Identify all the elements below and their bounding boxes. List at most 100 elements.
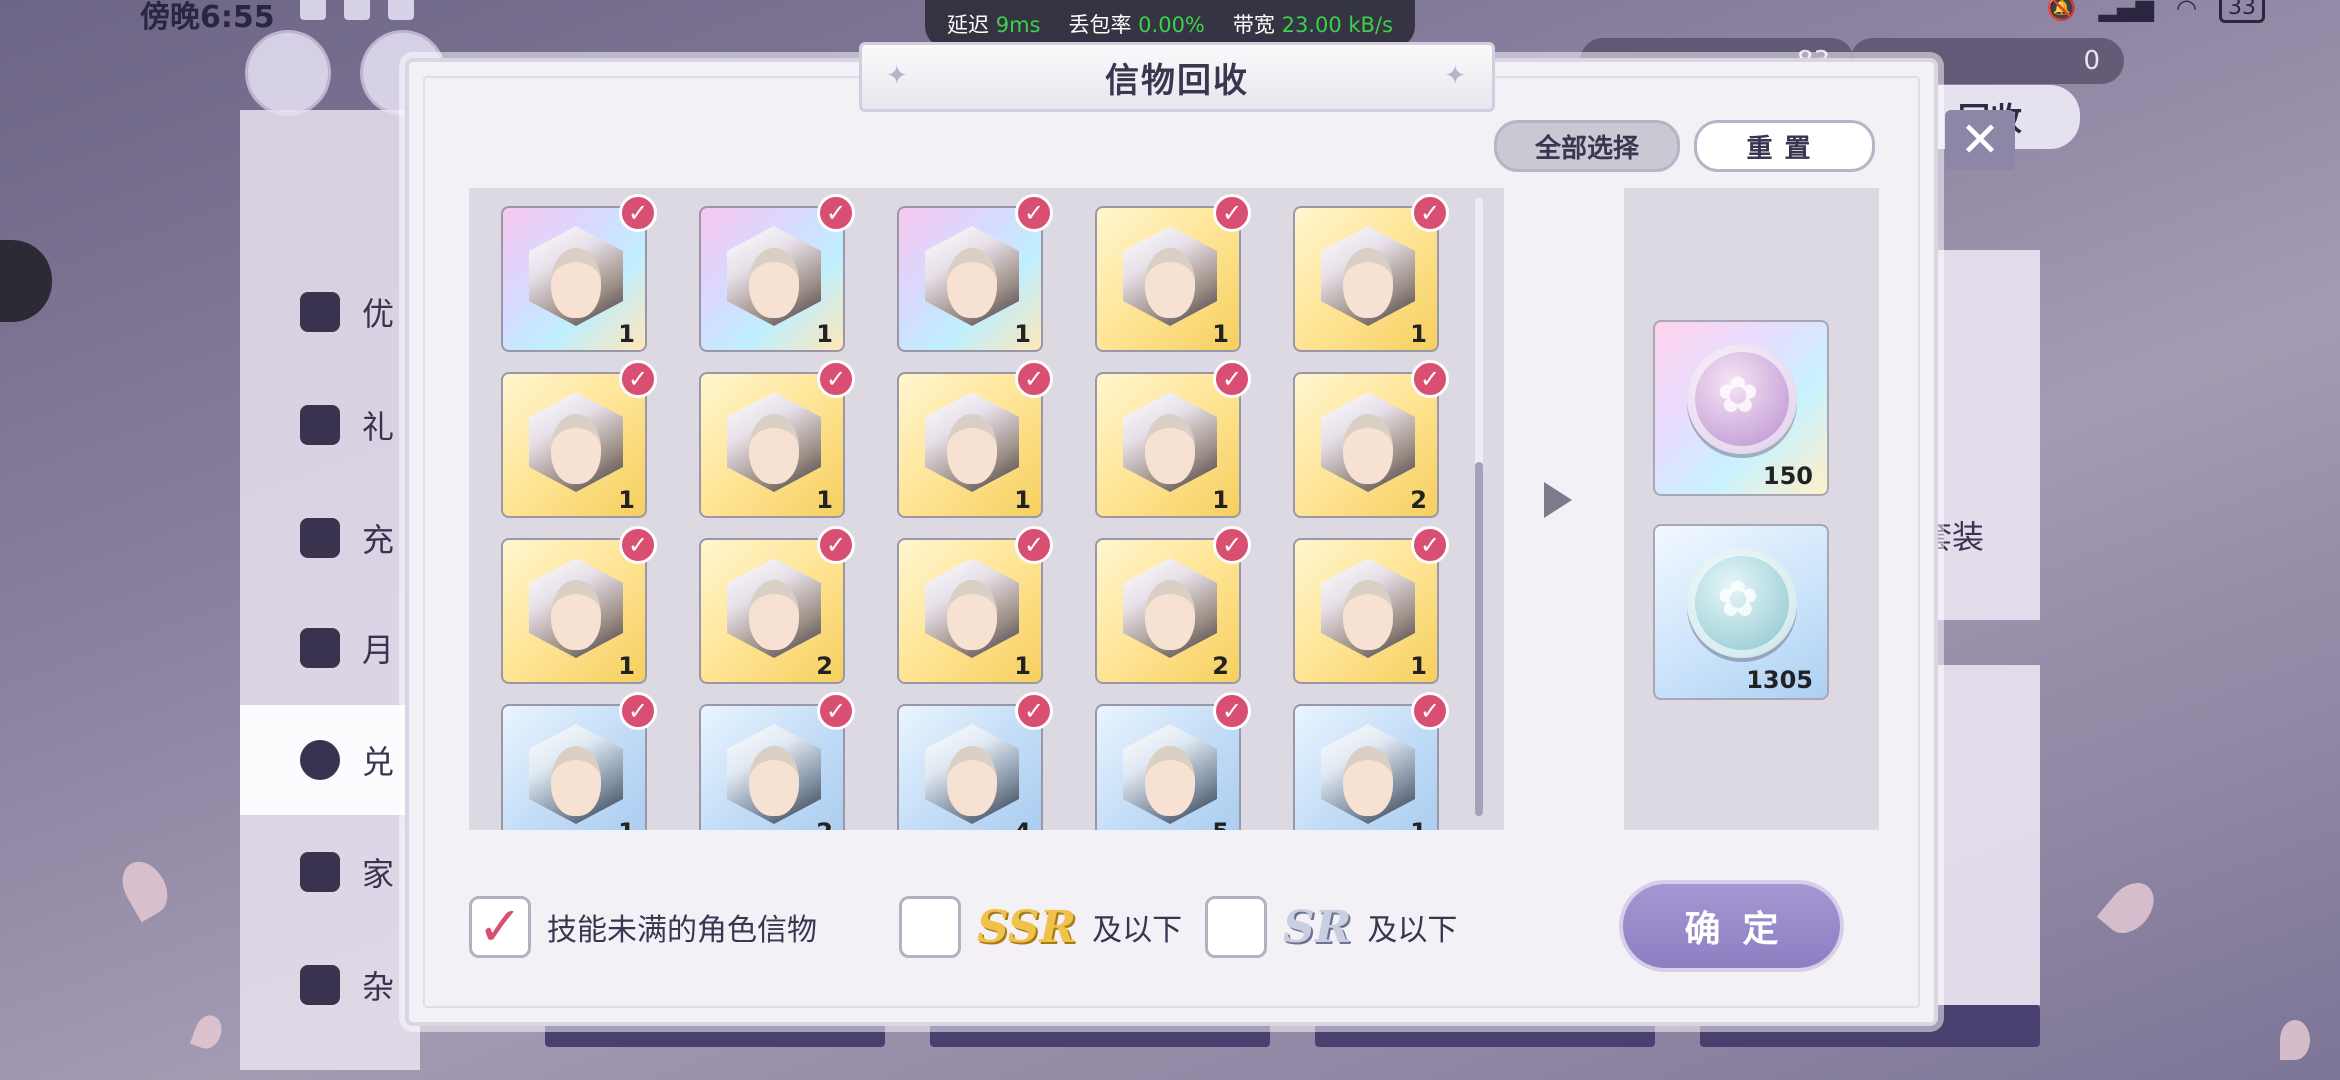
- filter-sr[interactable]: SR 及以下: [1205, 892, 1457, 962]
- filter-ssr[interactable]: SSR 及以下: [899, 892, 1182, 962]
- selected-check-icon[interactable]: ✓: [1411, 194, 1449, 232]
- selected-check-icon[interactable]: ✓: [1411, 692, 1449, 730]
- filter-skill-incomplete[interactable]: ✓ 技能未满的角色信物: [469, 892, 817, 962]
- selected-check-icon[interactable]: ✓: [619, 360, 657, 398]
- character-portrait: [1145, 580, 1195, 650]
- blue-coin-icon: [1687, 548, 1797, 658]
- token-count: 1: [1014, 652, 1031, 680]
- character-portrait: [947, 414, 997, 484]
- confirm-button[interactable]: 确定: [1619, 880, 1844, 972]
- selected-check-icon[interactable]: ✓: [619, 194, 657, 232]
- close-icon[interactable]: ✕: [1945, 110, 2015, 170]
- token-item[interactable]: 1: [699, 372, 845, 518]
- selected-check-icon[interactable]: ✓: [817, 526, 855, 564]
- character-portrait: [1343, 414, 1393, 484]
- token-count: 4: [1014, 818, 1031, 830]
- character-portrait: [1145, 414, 1195, 484]
- character-portrait: [1343, 580, 1393, 650]
- selected-check-icon[interactable]: ✓: [1411, 360, 1449, 398]
- selected-check-icon[interactable]: ✓: [1015, 360, 1053, 398]
- token-item[interactable]: 1: [1095, 206, 1241, 352]
- token-item[interactable]: 1: [1095, 372, 1241, 518]
- sr-filter-checkbox[interactable]: [1205, 896, 1267, 958]
- selected-check-icon[interactable]: ✓: [1213, 692, 1251, 730]
- selected-check-icon[interactable]: ✓: [1015, 194, 1053, 232]
- back-button[interactable]: [245, 30, 331, 116]
- selected-check-icon[interactable]: ✓: [1015, 692, 1053, 730]
- rainbow-coin-icon: [1687, 344, 1797, 454]
- reset-button[interactable]: 重置: [1694, 120, 1875, 172]
- token-item[interactable]: 1: [1293, 206, 1439, 352]
- skill-filter-checkbox[interactable]: ✓: [469, 896, 531, 958]
- selected-check-icon[interactable]: ✓: [1213, 526, 1251, 564]
- selected-check-icon[interactable]: ✓: [1213, 194, 1251, 232]
- token-item[interactable]: 1: [501, 538, 647, 684]
- character-portrait: [947, 248, 997, 318]
- token-count: 1: [1410, 818, 1427, 830]
- sparkle-icon: ✦: [886, 61, 910, 91]
- petal-decoration: [2280, 1020, 2310, 1060]
- token-item[interactable]: 2: [1095, 538, 1241, 684]
- network-stats: 延迟 9ms 丢包率 0.00% 带宽 23.00 kB/s: [925, 0, 1415, 48]
- token-item[interactable]: 1: [699, 206, 845, 352]
- system-icons: 🔕 ▂▄▆ ◠ 33: [2047, 0, 2265, 23]
- signal-icon: ▂▄▆: [2098, 0, 2155, 22]
- token-item[interactable]: 1: [897, 206, 1043, 352]
- token-count: 2: [816, 652, 833, 680]
- petal-decoration: [113, 853, 177, 923]
- character-portrait: [1343, 746, 1393, 816]
- sr-filter-label: 及以下: [1367, 913, 1458, 948]
- selected-check-icon[interactable]: ✓: [1411, 526, 1449, 564]
- skill-filter-label: 技能未满的角色信物: [547, 913, 817, 948]
- selected-check-icon[interactable]: ✓: [1213, 360, 1251, 398]
- bag-icon: [300, 965, 340, 1005]
- token-item[interactable]: 1: [501, 206, 647, 352]
- reward-qty: 1305: [1746, 666, 1813, 694]
- character-portrait: [749, 248, 799, 318]
- token-item[interactable]: 1: [897, 372, 1043, 518]
- token-item[interactable]: 1: [501, 372, 647, 518]
- side-float-handle[interactable]: [0, 240, 52, 322]
- token-count: 2: [1212, 652, 1229, 680]
- character-portrait: [1145, 248, 1195, 318]
- token-count: 2: [816, 818, 833, 830]
- token-grid[interactable]: 1 ✓ 1 ✓ 1 ✓ 1 ✓ 1 ✓ 1 ✓ 1 ✓ 1 ✓ 1 ✓ 2 ✓ 1 ✓ 2 ✓ 1 ✓ 2 ✓ 1 ✓ 1 ✓ 2 ✓ 4 ✓ 5 ✓ 1 ✓: [469, 188, 1504, 830]
- sparkle-icon: ✦: [1444, 61, 1468, 91]
- thumbs-up-icon: [300, 292, 340, 332]
- selected-check-icon[interactable]: ✓: [619, 692, 657, 730]
- battery-icon: 33: [2219, 0, 2265, 23]
- token-item[interactable]: 1: [897, 538, 1043, 684]
- token-count: 1: [618, 320, 635, 348]
- token-count: 1: [1212, 320, 1229, 348]
- selected-check-icon[interactable]: ✓: [817, 360, 855, 398]
- latency-value: 9ms: [995, 13, 1041, 37]
- token-item[interactable]: 2: [699, 538, 845, 684]
- token-count: 1: [1014, 320, 1031, 348]
- vip-icon: [300, 628, 340, 668]
- arrow-right-icon: [1544, 482, 1572, 518]
- character-portrait: [551, 580, 601, 650]
- ssr-filter-checkbox[interactable]: [899, 896, 961, 958]
- token-count: 1: [618, 486, 635, 514]
- token-item[interactable]: 1: [1293, 538, 1439, 684]
- status-time: 傍晚6:55: [140, 0, 275, 35]
- wifi-icon: ◠: [2176, 0, 2197, 22]
- token-count: 1: [1014, 486, 1031, 514]
- reward-qty: 150: [1762, 462, 1813, 490]
- dialog-title: 信物回收: [1105, 60, 1249, 101]
- selected-check-icon[interactable]: ✓: [817, 692, 855, 730]
- grid-scrollbar-thumb[interactable]: [1475, 462, 1483, 816]
- selected-check-icon[interactable]: ✓: [619, 526, 657, 564]
- packet-loss-value: 0.00%: [1138, 13, 1205, 37]
- selected-check-icon[interactable]: ✓: [817, 194, 855, 232]
- selected-check-icon[interactable]: ✓: [1015, 526, 1053, 564]
- character-portrait: [947, 580, 997, 650]
- select-all-button[interactable]: 全部选择: [1494, 120, 1680, 172]
- character-portrait: [551, 414, 601, 484]
- recycle-dialog: ✦ 信物回收 ✦ 全部选择 重置 1 ✓ 1 ✓ 1 ✓ 1 ✓ 1 ✓ 1 ✓ 1 ✓ 1 ✓ 1 ✓ 2 ✓ 1 ✓ 2…: [405, 42, 1938, 1026]
- dialog-title-tab: ✦ 信物回收 ✦: [859, 42, 1495, 112]
- character-portrait: [551, 248, 601, 318]
- token-item[interactable]: 2: [1293, 372, 1439, 518]
- gem-icon: [300, 518, 340, 558]
- sofa-icon: [300, 852, 340, 892]
